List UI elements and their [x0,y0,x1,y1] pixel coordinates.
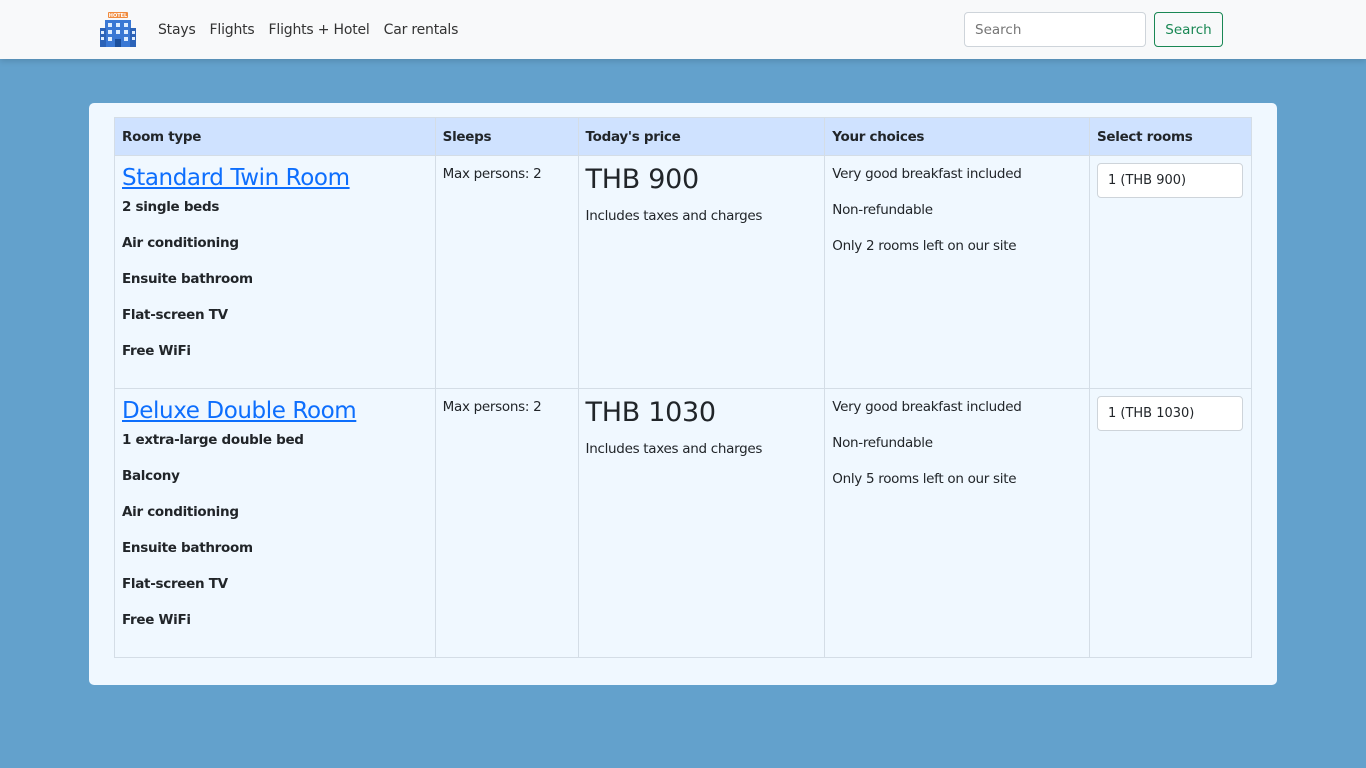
search-button[interactable]: Search [1154,12,1223,47]
price-cell: THB 900 Includes taxes and charges [577,155,826,389]
header-room-type: Room type [114,117,436,156]
nav-link-car-rentals[interactable]: Car rentals [384,22,459,38]
header-price: Today's price [577,117,826,156]
room-type-cell: Deluxe Double Room 1 extra-large double … [114,388,436,658]
room-price: THB 900 [585,164,700,195]
select-rooms-cell: 1 (THB 900) [1088,155,1253,389]
rooms-card: Room type Sleeps Today's price Your choi… [89,103,1277,685]
max-persons: Max persons: 2 [442,166,542,182]
choice-item: Non-refundable [832,435,933,451]
room-feature: Free WiFi [122,612,191,628]
room-feature: 1 extra-large double bed [122,432,304,448]
table-row: Standard Twin Room 2 single beds Air con… [114,155,1253,389]
room-feature: Balcony [122,468,180,484]
header-select-rooms: Select rooms [1088,117,1253,156]
sleeps-cell: Max persons: 2 [434,155,579,389]
room-feature: Ensuite bathroom [122,540,253,556]
header-choices: Your choices [824,117,1090,156]
room-feature: Flat-screen TV [122,307,228,323]
room-type-cell: Standard Twin Room 2 single beds Air con… [114,155,436,389]
search-input[interactable] [964,12,1146,47]
navbar: HOTEL Stays Flights Flights + Hotel Car … [0,0,1366,59]
nav-link-flights[interactable]: Flights [210,22,255,38]
choice-item: Very good breakfast included [832,166,1022,182]
table-row: Deluxe Double Room 1 extra-large double … [114,388,1253,658]
room-name-link[interactable]: Standard Twin Room [122,163,428,193]
room-feature: 2 single beds [122,199,220,215]
room-feature: Ensuite bathroom [122,271,253,287]
room-feature: Free WiFi [122,343,191,359]
nav-link-flights-hotel[interactable]: Flights + Hotel [269,22,370,38]
room-quantity-select[interactable]: 1 (THB 900) [1096,163,1243,198]
price-note: Includes taxes and charges [585,441,763,457]
price-cell: THB 1030 Includes taxes and charges [577,388,826,658]
header-sleeps: Sleeps [434,117,579,156]
room-price: THB 1030 [585,397,717,428]
svg-text:HOTEL: HOTEL [109,13,128,19]
choice-item: Only 5 rooms left on our site [832,471,1017,487]
room-quantity-select[interactable]: 1 (THB 1030) [1096,396,1243,431]
choice-item: Only 2 rooms left on our site [832,238,1017,254]
rooms-table: Room type Sleeps Today's price Your choi… [114,117,1253,658]
price-note: Includes taxes and charges [585,208,763,224]
choices-cell: Very good breakfast included Non-refunda… [824,155,1090,389]
room-feature: Air conditioning [122,504,239,520]
nav-link-stays[interactable]: Stays [158,22,196,38]
table-header-row: Room type Sleeps Today's price Your choi… [114,117,1253,156]
choices-cell: Very good breakfast included Non-refunda… [824,388,1090,658]
hotel-building-icon[interactable]: HOTEL [99,11,137,48]
room-feature: Air conditioning [122,235,239,251]
sleeps-cell: Max persons: 2 [434,388,579,658]
nav-links: Stays Flights Flights + Hotel Car rental… [158,0,472,59]
choice-item: Non-refundable [832,202,933,218]
room-name-link[interactable]: Deluxe Double Room [122,396,428,426]
max-persons: Max persons: 2 [442,399,542,415]
room-feature: Flat-screen TV [122,576,228,592]
select-rooms-cell: 1 (THB 1030) [1088,388,1253,658]
choice-item: Very good breakfast included [832,399,1022,415]
